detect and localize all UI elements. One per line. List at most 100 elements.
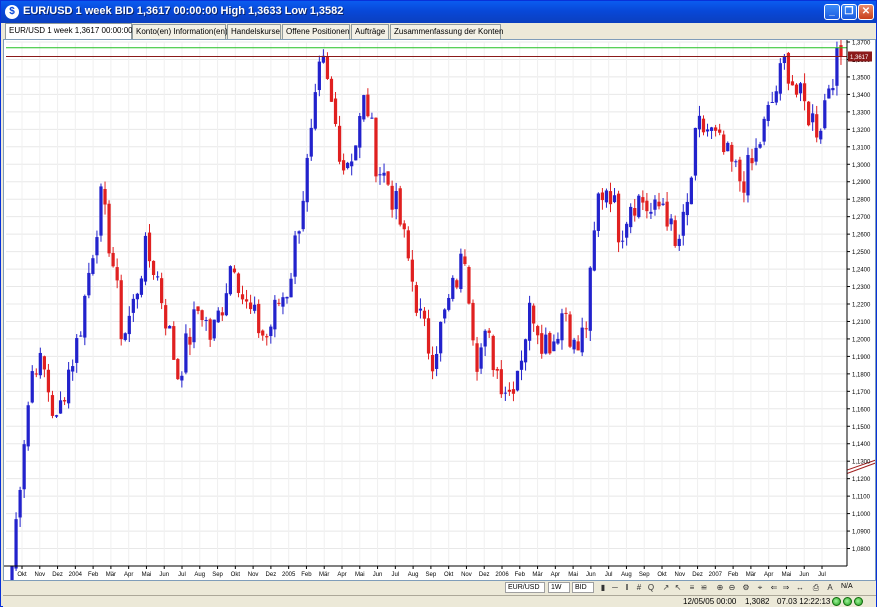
candle-body bbox=[677, 238, 681, 247]
close-button[interactable]: ✕ bbox=[858, 4, 874, 20]
candle-body bbox=[123, 333, 127, 340]
app-icon: $ bbox=[5, 5, 19, 19]
candle-body bbox=[467, 267, 471, 304]
candle-body bbox=[451, 277, 455, 299]
side-select[interactable]: BID bbox=[572, 582, 594, 593]
x-tick-label: Apr bbox=[337, 572, 346, 578]
draw-icon[interactable]: ↗ bbox=[661, 582, 671, 593]
x-tick-label: Nov bbox=[461, 572, 472, 578]
candle-body bbox=[394, 191, 398, 210]
tab-account-info[interactable]: Konto(en) Information(en) bbox=[132, 24, 228, 39]
x-tick-label: Apr bbox=[764, 572, 773, 578]
candle-body bbox=[95, 237, 99, 256]
instrument-select[interactable]: EUR/USD bbox=[505, 582, 545, 593]
chart-toolbar: EUR/USD 1W BID ▮ ─ ‖ # Q ↗ ↖ ≡ ≌ ⊕ ⊖ ⚙ ⌖… bbox=[3, 581, 876, 594]
candle-body bbox=[831, 88, 835, 91]
zoom-out-icon[interactable]: ⊖ bbox=[727, 582, 737, 593]
candle-body bbox=[180, 375, 184, 381]
candle-body bbox=[127, 315, 131, 335]
tab-rates[interactable]: Handelskurse bbox=[227, 24, 281, 39]
tab-chart[interactable]: EUR/USD 1 week 1,3617 00:00:00 bbox=[5, 23, 133, 39]
candle-body bbox=[608, 191, 613, 205]
candle-body bbox=[115, 267, 119, 281]
candle-body bbox=[325, 56, 330, 79]
candle-body bbox=[811, 113, 815, 123]
candle-body bbox=[168, 325, 172, 329]
zoom-fit-icon[interactable]: Q bbox=[646, 582, 656, 593]
x-tick-label: Nov bbox=[674, 572, 685, 578]
server-led-icon bbox=[854, 597, 863, 606]
tab-open-positions[interactable]: Offene Positionen bbox=[282, 24, 350, 39]
x-tick-label: Sep bbox=[426, 572, 437, 578]
candle-body bbox=[649, 211, 653, 214]
price-chart[interactable]: 1,0800 1,0900 1,1000 1,1100 1,1200 1,1300 1,14… bbox=[4, 40, 875, 580]
candle-body bbox=[479, 347, 483, 369]
x-tick-label: Feb bbox=[728, 572, 739, 578]
settings-icon[interactable]: ⚙ bbox=[741, 582, 751, 593]
bar-icon[interactable]: ‖ bbox=[622, 582, 632, 593]
candle-body bbox=[734, 161, 738, 163]
grid-icon[interactable]: # bbox=[634, 582, 644, 593]
candle-body bbox=[653, 199, 657, 210]
candle-body bbox=[91, 258, 95, 274]
candle-body bbox=[378, 174, 382, 176]
font-icon[interactable]: A bbox=[825, 582, 835, 593]
candle-body bbox=[722, 134, 726, 153]
minimize-button[interactable]: _ bbox=[824, 4, 840, 20]
candle-body bbox=[362, 95, 366, 120]
candle-body bbox=[758, 144, 762, 148]
x-tick-label: Jun bbox=[159, 572, 169, 578]
candle-body bbox=[212, 319, 216, 339]
tab-bar: EUR/USD 1 week 1,3617 00:00:00 Konto(en)… bbox=[3, 23, 875, 39]
candle-body bbox=[366, 94, 370, 117]
zoom-in-icon[interactable]: ⊕ bbox=[715, 582, 725, 593]
candle-icon[interactable]: ▮ bbox=[598, 582, 608, 593]
candle-body bbox=[495, 368, 499, 371]
chart-panel[interactable]: 1,0800 1,0900 1,1000 1,1100 1,1200 1,1300 1,14… bbox=[3, 39, 876, 581]
candle-body bbox=[309, 127, 313, 157]
status-bar: 12/05/05 00:00 1,3082 07.03 12:22:13 bbox=[3, 595, 876, 607]
y-tick-label: 1,1800 bbox=[852, 372, 871, 378]
candle-body bbox=[471, 302, 475, 341]
status-clock: 07.03 12:22:13 bbox=[777, 597, 831, 606]
candle-body bbox=[443, 309, 447, 319]
y-tick-label: 1,3100 bbox=[852, 145, 871, 151]
tab-account-summary[interactable]: Zusammenfassung der Konten bbox=[390, 24, 503, 39]
data-led-icon bbox=[843, 597, 852, 606]
candle-body bbox=[625, 223, 629, 238]
candle-body bbox=[576, 341, 580, 351]
arrow-tool-icon[interactable]: ↖ bbox=[673, 582, 683, 593]
y-tick-label: 1,1400 bbox=[852, 442, 871, 448]
x-tick-label: Feb bbox=[515, 572, 526, 578]
y-tick-label: 1,1000 bbox=[852, 512, 871, 518]
candle-body bbox=[742, 181, 746, 193]
candle-body bbox=[827, 88, 831, 99]
scroll-left-icon[interactable]: ⇐ bbox=[769, 582, 779, 593]
candle-body bbox=[200, 310, 204, 321]
y-tick-label: 1,3000 bbox=[852, 163, 871, 169]
x-tick-label: 2006 bbox=[495, 572, 509, 578]
x-tick-label: Mai bbox=[142, 572, 152, 578]
candle-body bbox=[398, 188, 402, 225]
tab-orders[interactable]: Aufträge bbox=[351, 24, 389, 39]
candle-body bbox=[18, 489, 22, 518]
title-bar[interactable]: $ EUR/USD 1 week BID 1,3617 00:00:00 Hig… bbox=[1, 1, 876, 23]
channel-icon[interactable]: ≌ bbox=[699, 582, 709, 593]
candle-body bbox=[447, 297, 451, 310]
x-tick-label: Okt bbox=[444, 572, 454, 578]
fibonacci-icon[interactable]: ≡ bbox=[687, 582, 697, 593]
candle-body bbox=[10, 566, 14, 580]
restore-button[interactable]: ❐ bbox=[841, 4, 857, 20]
candle-body bbox=[143, 235, 148, 282]
scroll-right-icon[interactable]: ⇒ bbox=[781, 582, 791, 593]
print-icon[interactable]: ⎙ bbox=[811, 582, 821, 593]
crosshair-icon[interactable]: ⌖ bbox=[755, 582, 765, 593]
candle-body bbox=[188, 336, 192, 345]
period-select[interactable]: 1W bbox=[548, 582, 570, 593]
y-tick-label: 1,1100 bbox=[852, 495, 871, 501]
line-icon[interactable]: ─ bbox=[610, 582, 620, 593]
candle-body bbox=[475, 343, 479, 372]
candle-body bbox=[463, 256, 467, 265]
candle-body bbox=[802, 83, 807, 102]
expand-icon[interactable]: ↔ bbox=[795, 582, 805, 593]
